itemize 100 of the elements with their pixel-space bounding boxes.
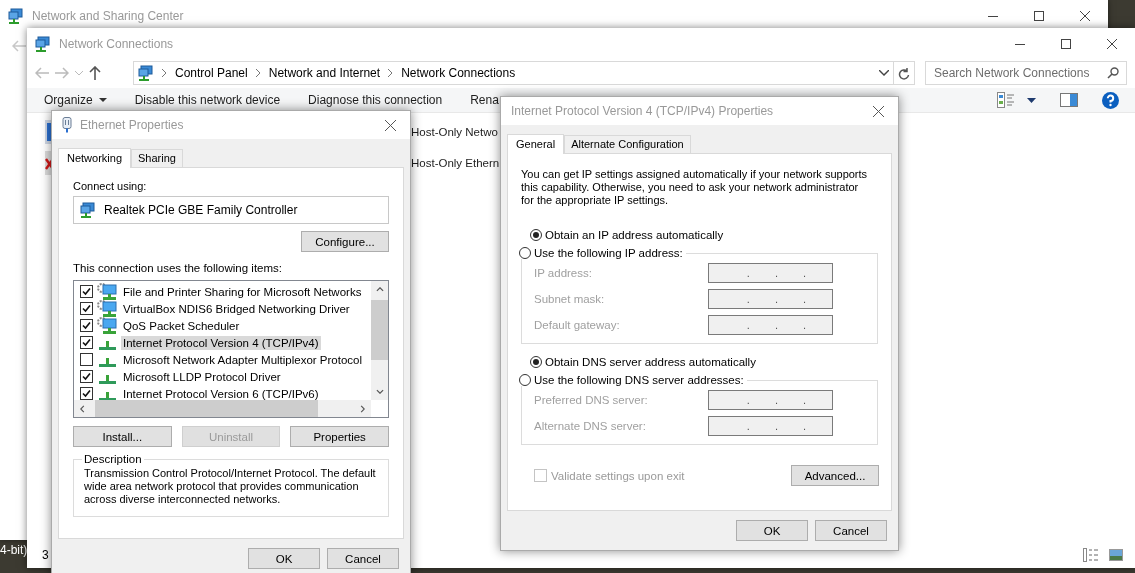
chevron-down-icon[interactable] xyxy=(879,70,889,76)
scroll-down-icon[interactable] xyxy=(375,389,384,394)
network-icon xyxy=(8,8,24,24)
group-title: Description xyxy=(83,453,143,465)
section-label: This connection uses the following items: xyxy=(73,262,284,274)
scrollbar[interactable] xyxy=(371,281,388,400)
preview-pane-icon[interactable] xyxy=(1060,93,1078,107)
scroll-thumb[interactable] xyxy=(95,400,318,417)
ok-button[interactable]: OK xyxy=(248,548,320,569)
radio-option[interactable]: Use the following IP address: xyxy=(519,247,683,259)
minimize-icon xyxy=(988,15,998,17)
desktop-icon-label: 4-bit) xyxy=(0,543,28,557)
scrollbar[interactable] xyxy=(74,400,371,417)
field-label: Alternate DNS server: xyxy=(534,420,647,432)
close-icon xyxy=(1080,11,1090,21)
view-options-icon[interactable] xyxy=(997,92,1015,108)
tab[interactable]: Networking xyxy=(58,148,132,168)
search-field[interactable]: Search Network Connections xyxy=(925,61,1127,85)
ok-button[interactable]: OK xyxy=(736,520,808,541)
advanced-button[interactable]: Advanced... xyxy=(791,465,879,486)
action-button[interactable]: Install... xyxy=(73,426,172,447)
ethernet-plug-icon xyxy=(62,117,72,133)
checkbox[interactable] xyxy=(80,353,93,366)
network-adapter-icon xyxy=(80,202,96,218)
network-folder-icon xyxy=(35,36,51,52)
caret-icon[interactable] xyxy=(1027,97,1036,103)
connection-name[interactable]: Host-Only Netwo xyxy=(411,125,498,138)
breadcrumb-item[interactable]: Network Connections xyxy=(401,66,516,80)
checkbox[interactable] xyxy=(80,302,93,315)
window-title: Network and Sharing Center xyxy=(32,9,184,23)
network-folder-icon xyxy=(138,65,154,81)
tab[interactable]: Sharing xyxy=(131,149,183,167)
command-button[interactable]: Disable this network device xyxy=(134,93,281,107)
close-icon xyxy=(384,119,396,131)
field-label: IP address: xyxy=(534,267,593,279)
intro-text: You can get IP settings assigned automatically if your network supports this capability. Otherwise, you need to ask your network administrator for the appropriate IP settings. xyxy=(521,168,869,207)
details-view-icon[interactable] xyxy=(1083,548,1099,562)
scroll-up-icon[interactable] xyxy=(375,287,384,292)
checkbox[interactable] xyxy=(80,285,93,298)
up-arrow-icon[interactable] xyxy=(89,66,101,80)
cancel-button[interactable]: Cancel xyxy=(327,548,399,569)
breadcrumb-item[interactable]: Control Panel xyxy=(175,66,248,80)
address-bar[interactable]: Control Panel Network and Internet Network Connections xyxy=(133,61,894,85)
cancel-button[interactable]: Cancel xyxy=(815,520,887,541)
checkbox-label: Validate settings upon exit xyxy=(551,469,685,482)
section-label: Connect using: xyxy=(73,180,148,192)
list-item[interactable]: Internet Protocol Version 6 (TCP/IPv6) xyxy=(121,386,321,400)
list-item[interactable]: File and Printer Sharing for Microsoft Networks xyxy=(121,284,364,299)
close-icon xyxy=(872,105,884,117)
caret-icon xyxy=(98,98,107,102)
field-label: Subnet mask: xyxy=(534,293,606,305)
tab[interactable]: Alternate Configuration xyxy=(564,135,691,153)
maximize-icon xyxy=(1061,39,1071,49)
chevron-right-icon xyxy=(162,69,167,77)
command-button[interactable]: Diagnose this connection xyxy=(308,93,443,107)
dialog-title: Internet Protocol Version 4 (TCP/IPv4) Properties xyxy=(511,104,774,118)
radio-option[interactable]: Obtain an IP address automatically xyxy=(530,229,878,241)
connection-name[interactable]: Host-Only Ethern xyxy=(411,156,500,169)
dialog-title: Ethernet Properties xyxy=(80,118,184,132)
list-item[interactable]: Microsoft Network Adapter Multiplexor Protocol xyxy=(121,352,365,367)
radio-option[interactable]: Use the following DNS server addresses: xyxy=(519,374,744,386)
maximize-icon xyxy=(1034,11,1044,21)
adapter-name: Realtek PCIe GBE Family Controller xyxy=(104,203,298,217)
chevron-right-icon xyxy=(255,69,261,77)
list-item[interactable]: Internet Protocol Version 4 (TCP/IPv4) xyxy=(121,335,321,350)
chevron-right-icon xyxy=(388,69,394,77)
command-button[interactable]: Rena xyxy=(470,93,499,107)
network-service-icon xyxy=(97,317,117,334)
command-button[interactable]: Organize xyxy=(44,93,107,107)
checkbox[interactable] xyxy=(80,370,93,383)
field-label: Preferred DNS server: xyxy=(534,394,649,406)
checkbox[interactable] xyxy=(80,336,93,349)
scroll-left-icon[interactable] xyxy=(80,404,85,413)
configure-button[interactable]: Configure... xyxy=(301,231,389,252)
minimize-icon xyxy=(1015,43,1025,45)
scroll-right-icon[interactable] xyxy=(360,404,365,413)
network-protocol-icon xyxy=(99,392,116,400)
checkbox[interactable] xyxy=(80,319,93,332)
breadcrumb-item[interactable]: Network and Internet xyxy=(268,66,381,80)
item-count: 3 xyxy=(42,548,49,562)
tab[interactable]: General xyxy=(507,134,565,154)
list-item[interactable]: QoS Packet Scheduler xyxy=(121,318,242,333)
checkbox[interactable] xyxy=(80,387,93,400)
network-protocol-icon xyxy=(99,358,116,367)
action-button[interactable]: Properties xyxy=(290,426,389,447)
refresh-icon xyxy=(898,66,910,80)
field-label: Default gateway: xyxy=(534,319,621,331)
list-item[interactable]: VirtualBox NDIS6 Bridged Networking Driver xyxy=(121,301,352,316)
help-icon[interactable] xyxy=(1102,91,1119,109)
network-protocol-icon xyxy=(99,375,116,384)
scroll-thumb[interactable] xyxy=(371,300,388,360)
list-item[interactable]: Microsoft LLDP Protocol Driver xyxy=(121,369,283,384)
description-text: Transmission Control Protocol/Internet Protocol. The default wide area network protocol that provides communication across diverse interconnected networks. xyxy=(84,467,377,506)
search-icon xyxy=(1107,67,1119,79)
network-protocol-icon xyxy=(99,341,116,350)
network-service-icon xyxy=(97,300,117,317)
network-service-icon xyxy=(97,283,117,300)
refresh-button[interactable] xyxy=(894,61,915,85)
radio-option[interactable]: Obtain DNS server address automatically xyxy=(530,356,878,368)
window-title: Network Connections xyxy=(59,37,174,51)
